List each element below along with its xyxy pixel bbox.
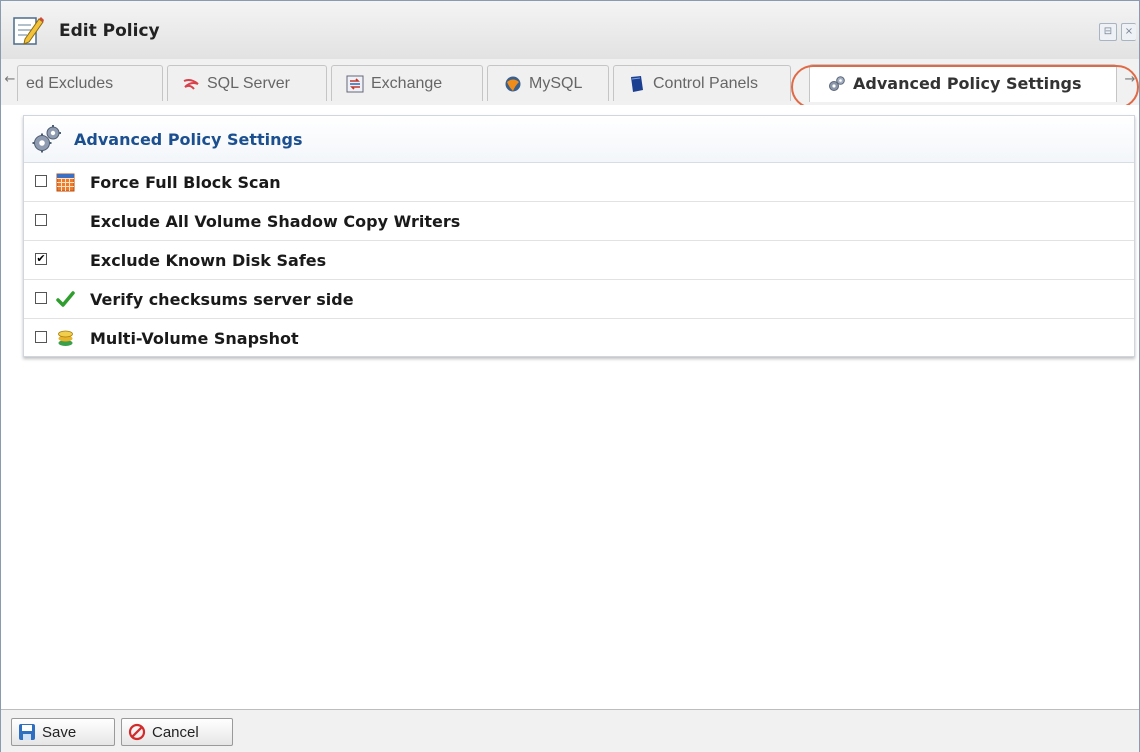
save-label: Save xyxy=(42,723,77,741)
exclude-known-disk-safes-checkbox[interactable]: ✔ xyxy=(35,253,47,265)
save-button[interactable]: Save xyxy=(11,718,115,746)
title-bar[interactable]: Edit Policy ⊟ × xyxy=(1,1,1139,60)
edit-policy-icon xyxy=(13,17,44,45)
sql-server-icon xyxy=(183,78,199,90)
checkmark-icon xyxy=(56,291,75,307)
setting-row-verify-checksums: Verify checksums server side xyxy=(24,280,1134,319)
tab-label: ed Excludes xyxy=(26,74,114,92)
setting-label: Force Full Block Scan xyxy=(90,173,281,192)
window-title: Edit Policy xyxy=(59,21,160,41)
setting-row-force-full-block-scan: Force Full Block Scan xyxy=(24,163,1134,202)
database-icon xyxy=(58,330,73,346)
verify-checksums-checkbox[interactable] xyxy=(35,292,47,304)
setting-label: Exclude All Volume Shadow Copy Writers xyxy=(90,212,461,231)
gear-icon xyxy=(829,75,845,91)
grid-icon xyxy=(56,173,75,192)
exchange-icon xyxy=(346,75,364,92)
tab-content: Advanced Policy Settings Force Full Bloc… xyxy=(1,105,1139,709)
edit-policy-window: Edit Policy ⊟ × ← ed Excludes SQL Server… xyxy=(0,0,1140,752)
cancel-icon xyxy=(128,723,146,741)
force-full-block-scan-checkbox[interactable] xyxy=(35,175,47,187)
setting-label: Verify checksums server side xyxy=(90,290,354,309)
minimize-button[interactable]: ⊟ xyxy=(1099,23,1117,41)
tab-label: MySQL xyxy=(529,74,583,92)
cancel-label: Cancel xyxy=(152,723,199,741)
tab-scroll-left-button[interactable]: ← xyxy=(3,65,17,95)
tab-exchange[interactable]: Exchange xyxy=(331,65,483,101)
exclude-vss-writers-checkbox[interactable] xyxy=(35,214,47,226)
setting-label: Multi-Volume Snapshot xyxy=(90,329,299,348)
cancel-button[interactable]: Cancel xyxy=(121,718,233,746)
setting-row-exclude-known-disk-safes: ✔ Exclude Known Disk Safes xyxy=(24,241,1134,280)
tab-scroll-right-button[interactable]: → xyxy=(1123,65,1137,95)
setting-row-exclude-vss-writers: Exclude All Volume Shadow Copy Writers xyxy=(24,202,1134,241)
close-button[interactable]: × xyxy=(1121,23,1136,41)
setting-row-multi-volume-snapshot: Multi-Volume Snapshot xyxy=(24,319,1134,357)
gear-icon xyxy=(32,125,61,153)
tab-mysql[interactable]: MySQL xyxy=(487,65,609,101)
save-icon xyxy=(19,724,35,740)
control-panels-icon xyxy=(631,75,643,92)
tab-label: Advanced Policy Settings xyxy=(853,73,1082,93)
tab-advanced-policy-settings[interactable]: Advanced Policy Settings xyxy=(809,64,1117,102)
tab-label: SQL Server xyxy=(207,74,290,92)
setting-label: Exclude Known Disk Safes xyxy=(90,251,327,270)
panel-header: Advanced Policy Settings xyxy=(24,116,1134,163)
multi-volume-snapshot-checkbox[interactable] xyxy=(35,331,47,343)
tab-control-panels[interactable]: Control Panels xyxy=(613,65,791,101)
tab-excludes[interactable]: ed Excludes xyxy=(17,65,163,101)
advanced-settings-panel: Advanced Policy Settings Force Full Bloc… xyxy=(23,115,1135,357)
tab-strip: ← ed Excludes SQL Server Exchange MySQL xyxy=(1,59,1139,105)
tab-sql-server[interactable]: SQL Server xyxy=(167,65,327,101)
tab-label: Exchange xyxy=(371,74,443,92)
panel-title: Advanced Policy Settings xyxy=(74,129,303,149)
tab-label: Control Panels xyxy=(653,74,758,92)
dialog-footer: Save Cancel xyxy=(1,709,1139,752)
mysql-icon xyxy=(505,76,521,91)
